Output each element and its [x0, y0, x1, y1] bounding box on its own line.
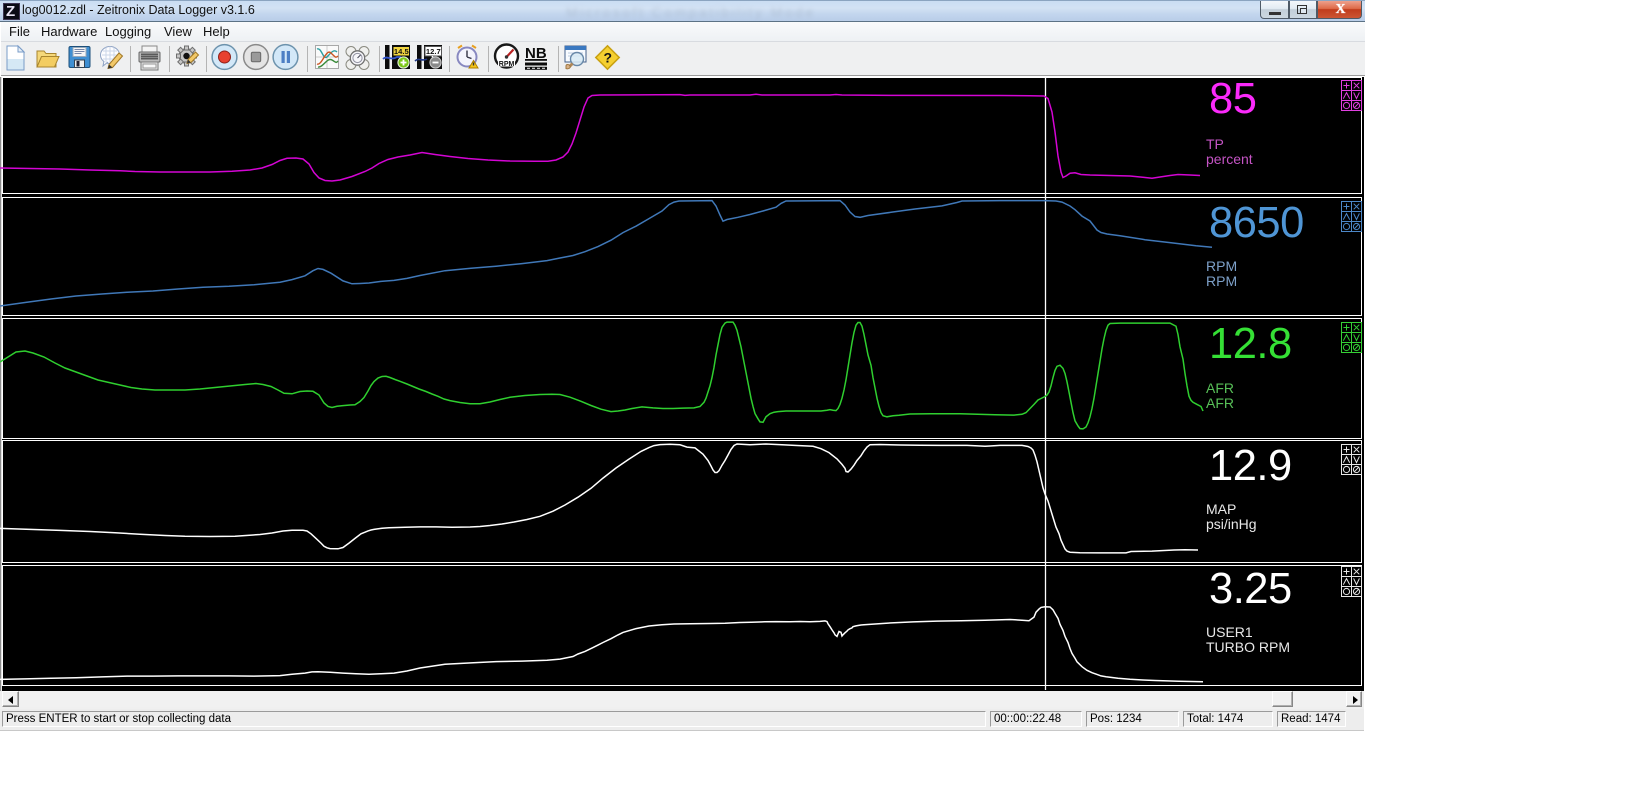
svg-text:12.7: 12.7 — [426, 47, 441, 56]
svg-text:RPM: RPM — [499, 61, 515, 68]
svg-text:14.5: 14.5 — [394, 47, 410, 56]
svg-text:?: ? — [604, 50, 613, 66]
